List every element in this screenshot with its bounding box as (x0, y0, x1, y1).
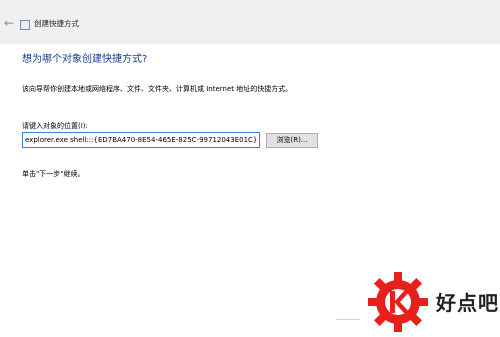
title-bar: ← 创建快捷方式 (0, 0, 500, 44)
browse-button[interactable]: 浏览(R)... (266, 133, 318, 148)
watermark-logo: 好点吧 (360, 268, 500, 333)
location-input[interactable]: explorer.exe shell:::{ED7BA470-8E54-465E… (22, 132, 260, 148)
back-arrow-icon[interactable]: ← (2, 16, 16, 30)
window-title: 创建快捷方式 (34, 19, 79, 28)
shortcut-wizard-icon (20, 20, 30, 30)
gear-k-logo-icon (368, 272, 428, 332)
wizard-heading: 想为哪个对象创建快捷方式? (22, 54, 148, 65)
watermark-text: 好点吧 (436, 291, 499, 315)
next-hint: 单击"下一步"继续。 (22, 170, 85, 178)
next-button-edge (336, 319, 360, 325)
location-label: 请键入对象的位置(I): (22, 122, 88, 130)
wizard-description: 该向导帮你创建本地或网络程序、文件、文件夹、计算机或 Internet 地址的快… (22, 85, 293, 93)
